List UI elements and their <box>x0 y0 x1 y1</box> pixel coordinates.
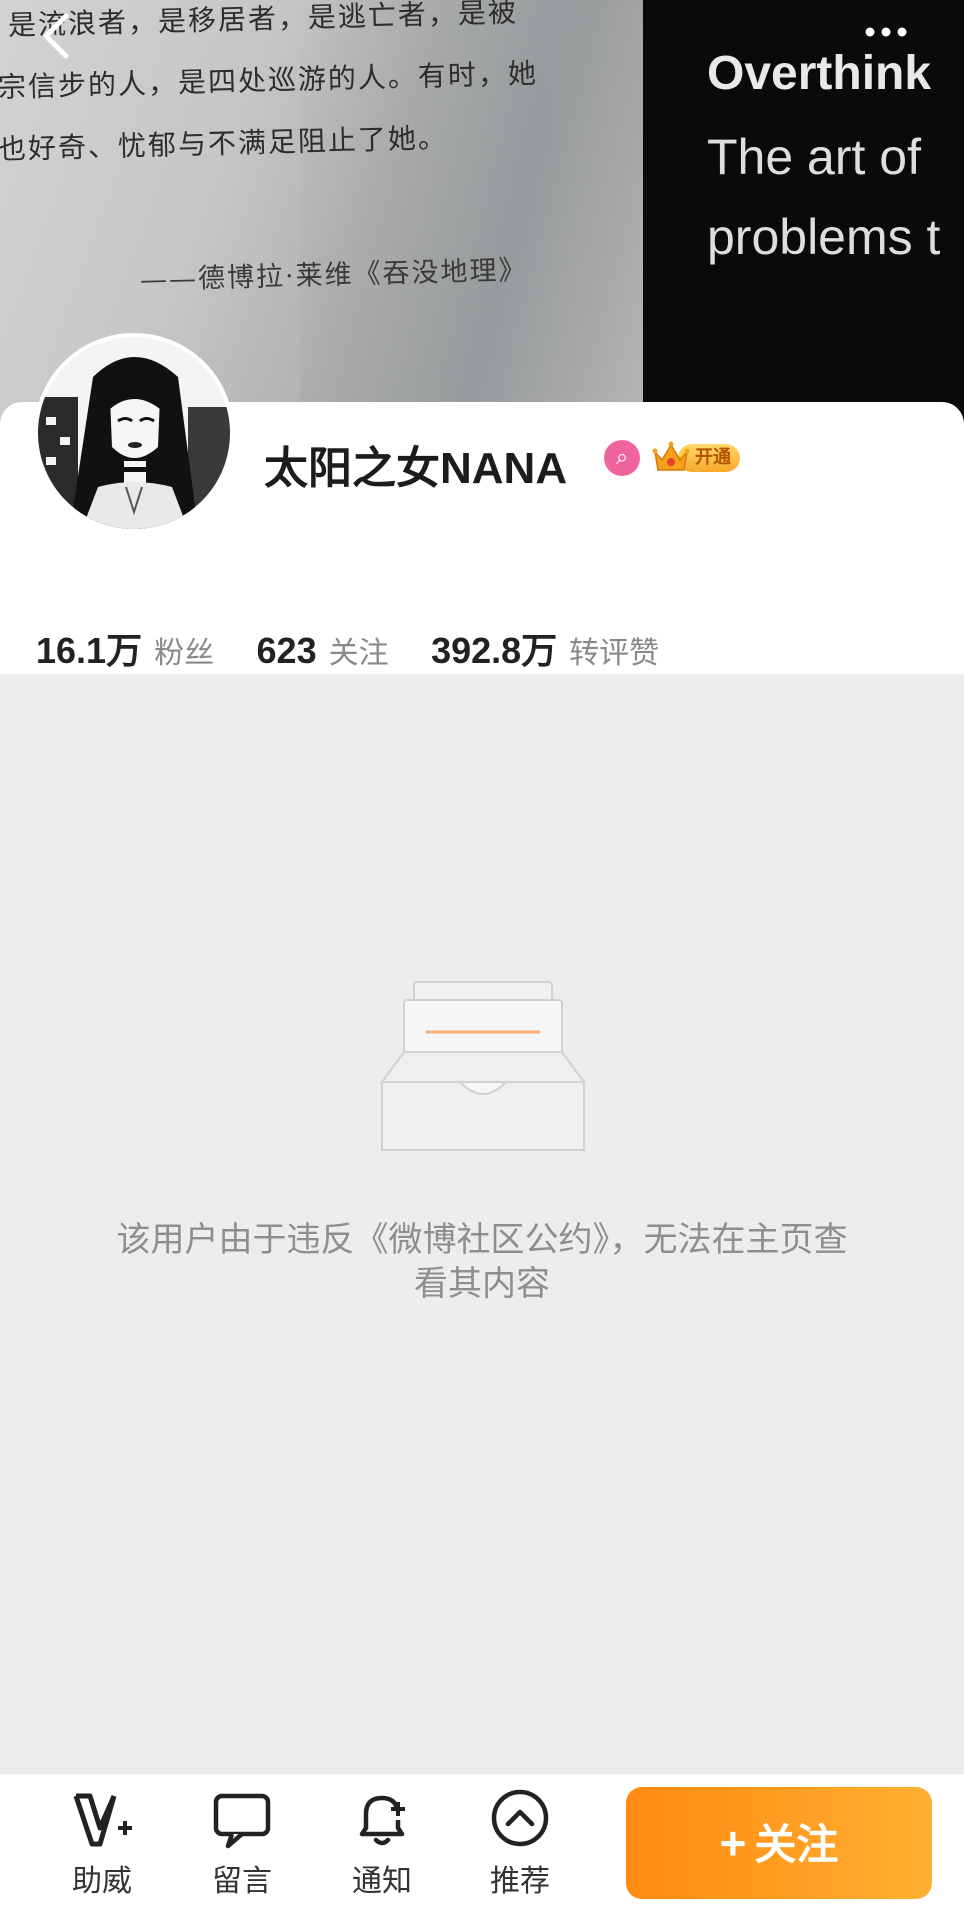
empty-inbox-icon <box>380 981 586 1151</box>
back-button[interactable] <box>30 8 86 64</box>
avatar-illustration <box>38 337 230 529</box>
recommend-button[interactable]: 推荐 <box>460 1788 580 1904</box>
stat-following[interactable]: 623 关注 <box>257 628 389 672</box>
cover-quote-line: problems t <box>707 209 941 265</box>
username: 太阳之女NANA <box>264 444 568 493</box>
vip-open-badge[interactable]: 开通 <box>652 440 742 474</box>
profile-page: 是流浪者，是移居者，是逃亡者，是被 宗信步的人，是四处巡游的人。有时，她 也好奇… <box>0 0 964 1910</box>
chat-bubble-icon <box>213 1793 271 1849</box>
crown-icon <box>652 441 690 471</box>
message-board-button[interactable]: 留言 <box>182 1788 302 1904</box>
stat-number: 623 <box>256 630 317 671</box>
profile-stats: 16.1万 粉丝 623 关注 392.8万 转评赞 <box>36 622 697 678</box>
message-board-label: 留言 <box>212 1865 272 1898</box>
cheer-label: 助威 <box>72 1865 132 1898</box>
stat-reposts-likes[interactable]: 392.8万 转评赞 <box>431 622 659 674</box>
chevron-left-icon <box>43 13 69 59</box>
recommend-label: 推荐 <box>490 1865 550 1898</box>
plus-icon: + <box>719 1817 747 1869</box>
stat-label: 关注 <box>328 637 389 670</box>
cover-quote-line: The art of <box>707 129 921 185</box>
empty-state-message: 该用户由于违反《微博社区公约》，无法在主页查看其内容 <box>116 1221 848 1303</box>
avatar[interactable] <box>34 333 234 533</box>
notify-button[interactable]: 通知 <box>322 1788 442 1904</box>
stat-number: 392.8万 <box>431 630 558 671</box>
stat-number: 16.1万 <box>36 630 143 671</box>
v-plus-icon <box>73 1793 132 1847</box>
cover-quote-title: Overthink <box>707 47 932 100</box>
stat-label: 粉丝 <box>154 637 215 670</box>
chevron-up-circle-icon <box>491 1789 549 1847</box>
bell-plus-icon <box>359 1795 405 1846</box>
follow-label: 关注 <box>754 1821 839 1868</box>
more-dots-icon <box>865 27 907 37</box>
female-badge-icon: ⌕ <box>604 440 640 476</box>
more-options-button[interactable] <box>856 14 916 50</box>
stat-label: 转评赞 <box>569 637 660 670</box>
bottom-action-bar: 助威 留言 通知 推荐 + 关注 <box>0 1773 964 1910</box>
stat-followers[interactable]: 16.1万 粉丝 <box>36 622 214 674</box>
cheer-button[interactable]: 助威 <box>42 1788 162 1904</box>
empty-state: 该用户由于违反《微博社区公约》，无法在主页查看其内容 <box>0 674 964 1774</box>
notify-label: 通知 <box>352 1865 412 1898</box>
follow-button[interactable]: + 关注 <box>626 1787 932 1899</box>
cover-quote-panel: Overthink The art of problems t <box>643 0 964 440</box>
